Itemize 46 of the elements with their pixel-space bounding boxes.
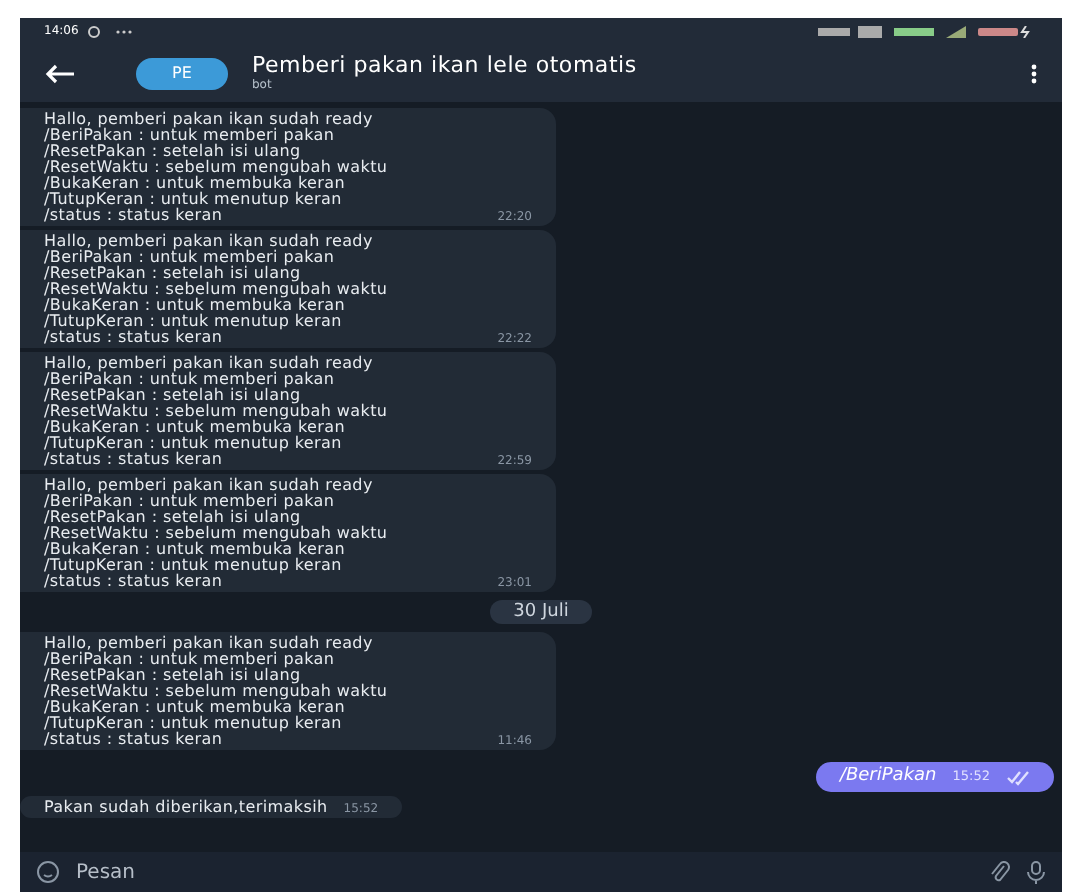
more-menu-icon[interactable] — [1030, 63, 1038, 83]
message-line: /ResetWaktu : sebelum mengubah waktu — [44, 684, 388, 700]
message-line: /BeriPakan : untuk memberi pakan — [44, 494, 335, 510]
message-line: /TutupKeran : untuk menutup keran — [44, 314, 342, 330]
message-line: /BukaKeran : untuk membuka keran — [44, 298, 346, 314]
message-line: /BukaKeran : untuk membuka keran — [44, 420, 346, 436]
message-line: /ResetPakan : setelah isi ulang — [44, 266, 301, 282]
message-line: Hallo, pemberi pakan ikan sudah ready — [44, 112, 373, 128]
emoji-icon[interactable] — [36, 860, 60, 884]
message-line: /ResetWaktu : sebelum mengubah waktu — [44, 160, 388, 176]
message-line: /BukaKeran : untuk membuka keran — [44, 542, 346, 558]
message-line: /BukaKeran : untuk membuka keran — [44, 700, 346, 716]
chat-title: Pemberi pakan ikan lele otomatis — [252, 54, 639, 78]
avatar: PE — [136, 57, 228, 89]
message-line: /BeriPakan : untuk memberi pakan — [44, 652, 335, 668]
paperclip-icon[interactable] — [990, 860, 1010, 884]
message-line: /ResetPakan : setelah isi ulang — [44, 144, 301, 160]
message-line: /BukaKeran : untuk membuka keran — [44, 176, 346, 192]
message-line: Hallo, pemberi pakan ikan sudah ready — [44, 234, 373, 250]
message-line: /ResetWaktu : sebelum mengubah waktu — [44, 404, 388, 420]
back-arrow-icon[interactable] — [44, 63, 76, 83]
message-line: Hallo, pemberi pakan ikan sudah ready — [44, 478, 373, 494]
message-line: /status : status keran — [44, 452, 223, 468]
message-text: /BeriPakan — [839, 766, 937, 788]
message-line: /ResetWaktu : sebelum mengubah waktu — [44, 526, 388, 542]
message-line: /ResetPakan : setelah isi ulang — [44, 388, 301, 404]
message-line: /TutupKeran : untuk menutup keran — [44, 436, 342, 452]
message-line: /ResetWaktu : sebelum mengubah waktu — [44, 282, 388, 298]
message-line: /BeriPakan : untuk memberi pakan — [44, 128, 335, 144]
message-line: Pakan sudah diberikan,terimaksih — [44, 800, 328, 816]
date-chip: 30 Juli — [489, 600, 593, 624]
message-line: /status : status keran — [44, 732, 223, 748]
double-check-icon — [1006, 769, 1030, 785]
message-line: /TutupKeran : untuk menutup keran — [44, 716, 342, 732]
message-line: Hallo, pemberi pakan ikan sudah ready — [44, 636, 373, 652]
microphone-icon[interactable] — [1026, 860, 1046, 884]
message-line: /TutupKeran : untuk menutup keran — [44, 558, 342, 574]
message-line: /BeriPakan : untuk memberi pakan — [44, 372, 335, 388]
message-line: /status : status keran — [44, 574, 223, 590]
message-line: /status : status keran — [44, 330, 223, 346]
message-line: /TutupKeran : untuk menutup keran — [44, 192, 342, 208]
message-line: Hallo, pemberi pakan ikan sudah ready — [44, 356, 373, 372]
message-line: /ResetPakan : setelah isi ulang — [44, 510, 301, 526]
message-line: /ResetPakan : setelah isi ulang — [44, 668, 301, 684]
message-line: /BeriPakan : untuk memberi pakan — [44, 250, 335, 266]
message-line: /status : status keran — [44, 208, 223, 224]
